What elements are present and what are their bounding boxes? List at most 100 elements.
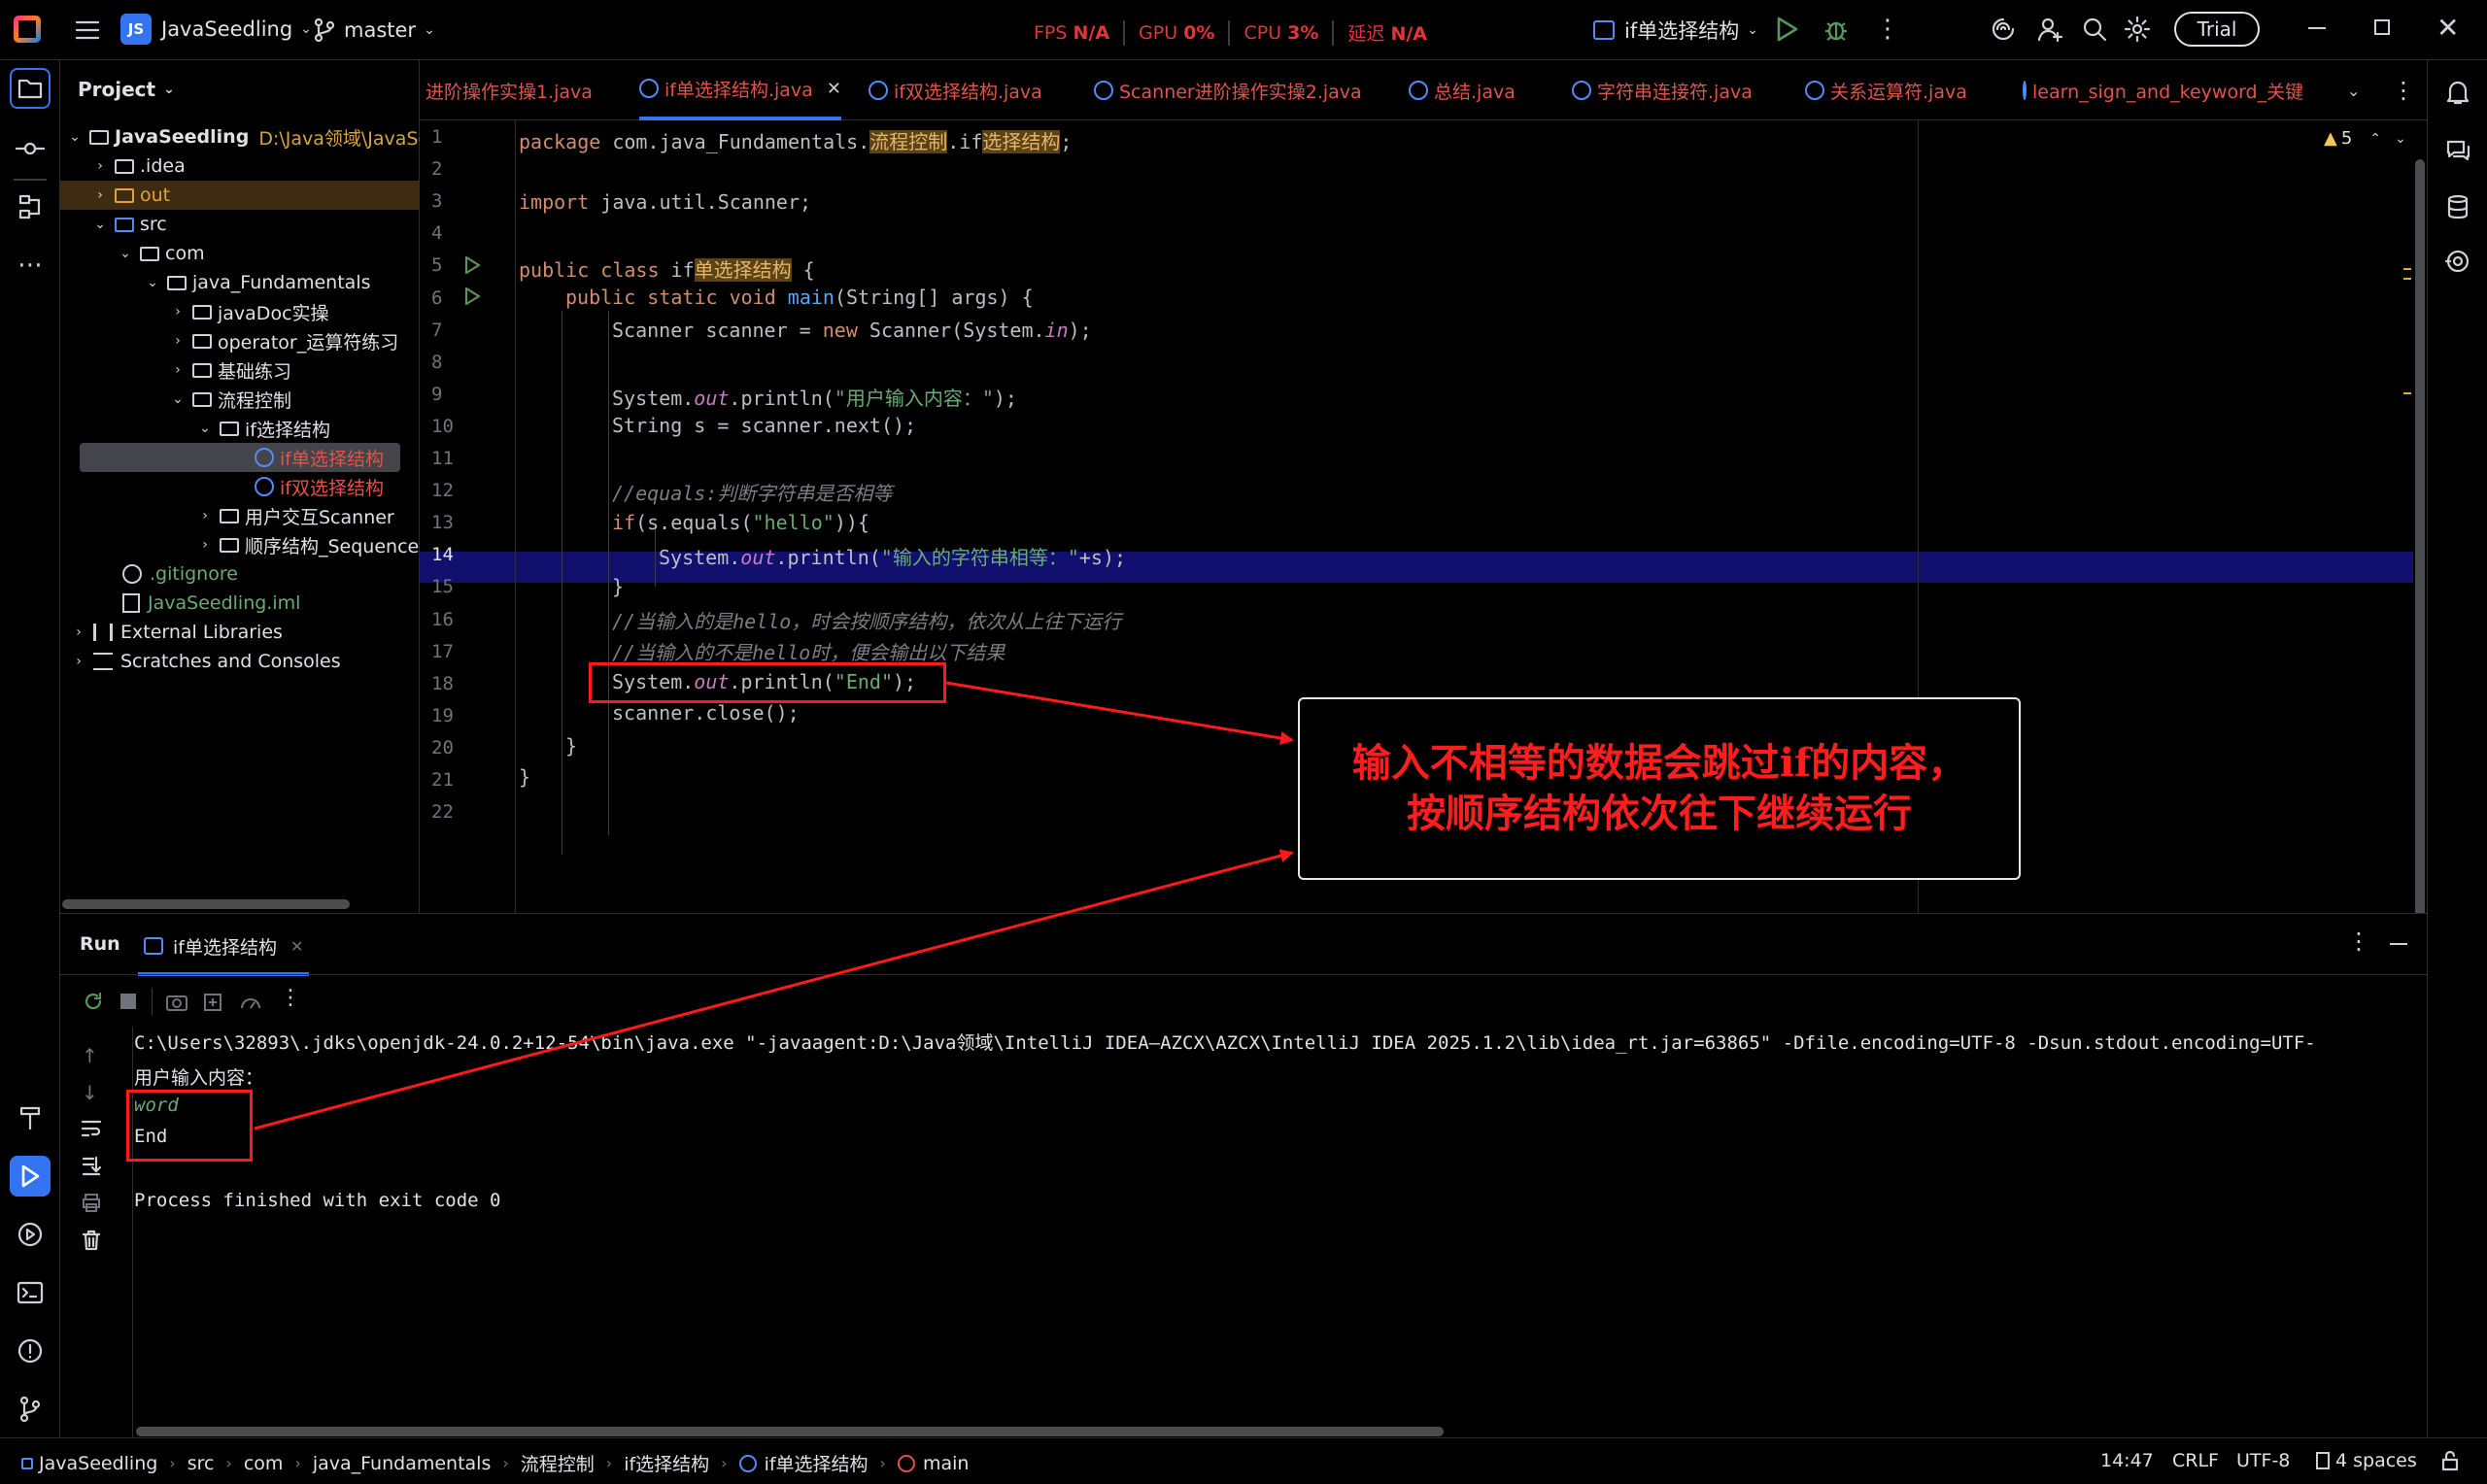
warning-stripe: [2403, 268, 2411, 270]
restore-icon[interactable]: [2374, 19, 2390, 35]
breadcrumb-src[interactable]: src: [187, 1453, 215, 1474]
breadcrumb-java-fundamentals[interactable]: java_Fundamentals: [313, 1453, 492, 1474]
scroll-down-icon[interactable]: ↓: [82, 1081, 98, 1104]
project-panel-title[interactable]: Project ⌄: [78, 78, 175, 101]
run-config-selector[interactable]: if单选择结构 ⌄: [1593, 16, 1758, 45]
debug-icon[interactable]: [1823, 16, 1850, 43]
ai-assistant-icon[interactable]: [1990, 16, 2017, 43]
trial-button[interactable]: Trial: [2174, 12, 2260, 47]
breadcrumb-project[interactable]: JavaSeedling: [39, 1453, 157, 1474]
project-tool-icon[interactable]: [10, 68, 51, 109]
run-panel-more-icon[interactable]: ⋮: [2347, 928, 2370, 955]
chevron-up-icon[interactable]: ⌃: [2369, 131, 2381, 147]
tab-if-single-active[interactable]: if单选择结构.java ✕: [639, 60, 841, 120]
tree-item-if-double[interactable]: if双选择结构: [255, 472, 384, 501]
tree-item-flow-control[interactable]: ⌄ 流程控制: [169, 385, 291, 414]
tab-learn-sign-keyword[interactable]: learn_sign_and_keyword_关键字: [2023, 60, 2304, 120]
tree-item-scratches[interactable]: › Scratches and Consoles: [70, 647, 340, 676]
tree-item-scanner[interactable]: › 用户交互Scanner: [196, 501, 394, 530]
run-class-gutter-icon[interactable]: [462, 254, 482, 276]
tree-item-if-single-selected[interactable]: if单选择结构: [80, 443, 400, 472]
tab-if-double[interactable]: if双选择结构.java: [869, 60, 1042, 120]
run-icon[interactable]: [1774, 16, 1799, 43]
commit-tool-icon[interactable]: [10, 128, 51, 169]
caret-position[interactable]: 14:47: [2100, 1450, 2154, 1471]
print-icon[interactable]: [80, 1192, 103, 1213]
add-user-icon[interactable]: [2036, 16, 2065, 43]
tab-relational-operators[interactable]: 关系运算符.java: [1805, 60, 1967, 120]
notifications-icon[interactable]: [2437, 72, 2478, 113]
tree-item-java-fundamentals[interactable]: ⌄ java_Fundamentals: [144, 268, 370, 297]
tree-item-basics[interactable]: › 基础练习: [169, 355, 291, 385]
tree-item-operator[interactable]: › operator_运算符练习: [169, 326, 398, 355]
breadcrumb-class[interactable]: if单选择结构: [765, 1450, 869, 1476]
close-window-icon[interactable]: ✕: [2436, 12, 2459, 44]
clear-console-icon[interactable]: [80, 1229, 103, 1252]
profiler-icon[interactable]: [239, 992, 262, 1013]
screenshot-icon[interactable]: [165, 992, 188, 1013]
build-tool-icon[interactable]: [10, 1097, 51, 1138]
tree-root[interactable]: ⌄ JavaSeedling D:\Java领域\JavaSeec: [66, 122, 451, 152]
tabs-overflow-icon[interactable]: ⌄: [2347, 60, 2360, 120]
run-toolbar-more-icon[interactable]: ⋮: [280, 986, 301, 1010]
services-tool-icon[interactable]: [10, 1214, 51, 1255]
dump-threads-icon[interactable]: [202, 992, 223, 1013]
tab-advanced-1[interactable]: 进阶操作实操1.java: [426, 60, 593, 120]
main-menu-icon[interactable]: [74, 17, 101, 43]
tab-summary[interactable]: 总结.java: [1409, 60, 1516, 120]
more-actions-icon[interactable]: ⋮: [1875, 16, 1900, 43]
stop-icon[interactable]: [120, 994, 136, 1009]
terminal-tool-icon[interactable]: [10, 1272, 51, 1313]
breadcrumb-flow-control[interactable]: 流程控制: [521, 1450, 595, 1476]
indent-setting[interactable]: 4 spaces: [2316, 1450, 2417, 1471]
console-horizontal-scrollbar[interactable]: [136, 1427, 1444, 1436]
minimize-icon[interactable]: [2308, 27, 2326, 29]
run-tab[interactable]: if单选择结构 ✕: [138, 920, 310, 976]
tree-item-src[interactable]: ⌄ src: [91, 210, 167, 239]
scroll-to-end-icon[interactable]: [80, 1155, 103, 1176]
close-tab-icon[interactable]: ✕: [290, 937, 303, 956]
breadcrumb-method[interactable]: main: [923, 1453, 969, 1474]
tree-item-javadoc[interactable]: › javaDoc实操: [169, 297, 328, 326]
tree-item-if-structure[interactable]: ⌄ if选择结构: [196, 414, 330, 443]
database-icon[interactable]: [2437, 186, 2478, 227]
lock-icon[interactable]: [2440, 1450, 2460, 1471]
tree-item-iml[interactable]: JavaSeedling.iml: [122, 589, 300, 618]
branch-selector[interactable]: master ⌄: [313, 17, 435, 43]
breadcrumb-if-structure[interactable]: if选择结构: [624, 1450, 709, 1476]
close-tab-icon[interactable]: ✕: [827, 79, 841, 99]
breadcrumb-com[interactable]: com: [244, 1453, 284, 1474]
file-encoding[interactable]: UTF-8: [2236, 1450, 2290, 1471]
git-tool-icon[interactable]: [10, 1389, 51, 1430]
tree-item-com[interactable]: ⌄ com: [117, 239, 204, 268]
tab-string-concat[interactable]: 字符串连接符.java: [1572, 60, 1753, 120]
coverage-icon[interactable]: [2437, 241, 2478, 282]
divider: [132, 1027, 133, 1438]
line-separator[interactable]: CRLF: [2172, 1450, 2219, 1471]
ai-chat-icon[interactable]: [2437, 130, 2478, 171]
horizontal-scrollbar[interactable]: [62, 899, 350, 909]
editor-scrollbar[interactable]: [2415, 159, 2425, 965]
tree-item-sequence[interactable]: › 顺序结构_Sequence: [196, 530, 419, 559]
search-icon[interactable]: [2081, 16, 2108, 43]
tree-item-external-libraries[interactable]: › External Libraries: [70, 618, 283, 647]
settings-gear-icon[interactable]: [2124, 16, 2151, 43]
tree-item-gitignore[interactable]: .gitignore: [122, 559, 238, 589]
scroll-up-icon[interactable]: ↑: [82, 1044, 98, 1067]
line-number: 15: [431, 576, 454, 598]
hide-panel-icon[interactable]: [2390, 943, 2407, 945]
project-selector[interactable]: JS JavaSeedling ⌄: [120, 14, 312, 45]
rerun-icon[interactable]: [82, 990, 105, 1013]
run-main-gutter-icon[interactable]: [462, 286, 482, 307]
run-tool-icon[interactable]: [10, 1156, 51, 1197]
more-tools-icon[interactable]: ⋯: [10, 245, 51, 286]
tree-item-out[interactable]: › out: [60, 181, 420, 210]
structure-tool-icon[interactable]: [10, 186, 51, 227]
chevron-down-icon[interactable]: ⌄: [2395, 131, 2406, 147]
problems-tool-icon[interactable]: [10, 1331, 51, 1371]
tab-scanner-advanced-2[interactable]: Scanner进阶操作实操2.java: [1094, 60, 1362, 120]
tree-item-idea[interactable]: › .idea: [91, 152, 186, 181]
soft-wrap-icon[interactable]: [80, 1118, 103, 1139]
inspection-widget[interactable]: ▲ 5 ⌃ ⌄: [2324, 128, 2406, 149]
tabs-more-icon[interactable]: ⋮: [2392, 60, 2415, 120]
